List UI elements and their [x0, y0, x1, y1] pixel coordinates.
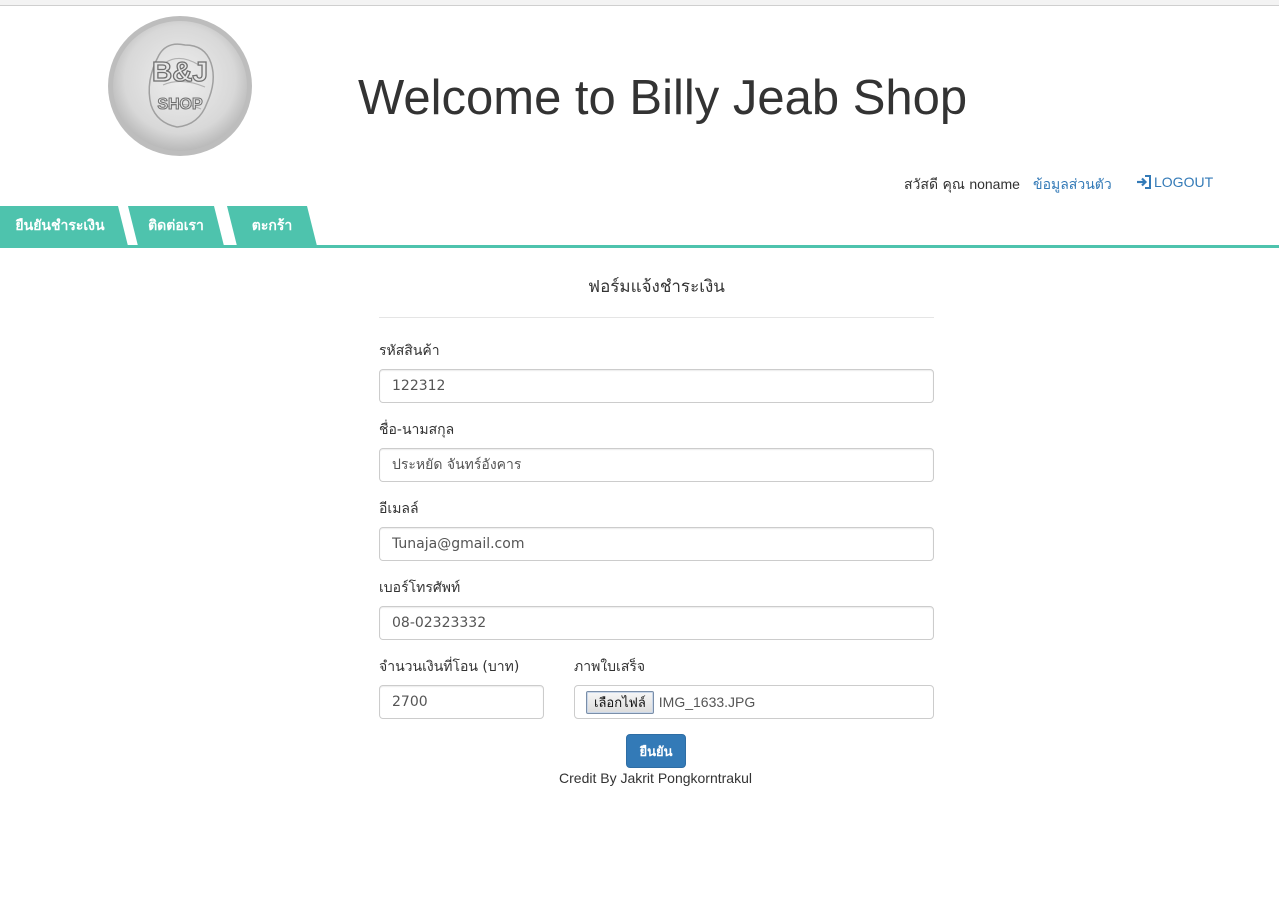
browser-top-edge: [0, 0, 1279, 6]
receipt-label: ภาพใบเสร็จ: [574, 659, 646, 675]
amount-label: จำนวนเงินที่โอน (บาท): [379, 659, 520, 675]
site-title: Welcome to Billy Jeab Shop: [358, 71, 968, 125]
tab-contact[interactable]: ติดต่อเรา: [128, 206, 224, 246]
tab-underline: [0, 245, 1279, 248]
payment-form: ฟอร์มแจ้งชำระเงิน: [379, 268, 934, 318]
footer-credit: Credit By Jakrit Pongkorntrakul: [559, 770, 752, 786]
product-code-label: รหัสสินค้า: [379, 343, 440, 359]
tab-confirm-payment[interactable]: ยืนยันชำระเงิน: [0, 206, 128, 246]
form-title: ฟอร์มแจ้งชำระเงิน: [588, 277, 725, 297]
amount-input[interactable]: [379, 685, 544, 719]
product-code-input[interactable]: [379, 369, 934, 403]
sign-in-icon: [1137, 175, 1151, 189]
logout-link[interactable]: LOGOUT: [1136, 174, 1213, 190]
profile-link[interactable]: ข้อมูลส่วนตัว: [1033, 174, 1112, 196]
logo-text-top: B&J: [152, 56, 208, 87]
greeting: สวัสดี คุณ noname: [904, 174, 1020, 196]
logout-label: LOGOUT: [1154, 174, 1214, 190]
form-divider: [379, 317, 934, 318]
email-input[interactable]: [379, 527, 934, 561]
greeting-text: สวัสดี คุณ: [904, 177, 965, 193]
submit-button[interactable]: ยืนยัน: [626, 734, 686, 768]
email-label: อีเมลล์: [379, 501, 419, 517]
tab-label: ติดต่อเรา: [148, 218, 204, 234]
shop-logo: B&J SHOP: [108, 16, 252, 156]
full-name-label: ชื่อ-นามสกุล: [379, 422, 455, 438]
tab-label: ตะกร้า: [251, 218, 293, 234]
phone-label: เบอร์โทรศัพท์: [379, 580, 461, 596]
receipt-file-input[interactable]: เลือกไฟล์ IMG_1633.JPG: [574, 685, 934, 719]
username: noname: [969, 176, 1020, 192]
selected-file-name: IMG_1633.JPG: [658, 694, 756, 710]
tab-cart[interactable]: ตะกร้า: [227, 206, 317, 246]
full-name-input[interactable]: [379, 448, 934, 482]
choose-file-button[interactable]: เลือกไฟล์: [586, 690, 654, 714]
user-bar: สวัสดี คุณ noname ข้อมูลส่วนตัว LOGOUT: [0, 174, 1279, 194]
phone-input[interactable]: [379, 606, 934, 640]
main-tabs: ยืนยันชำระเงิน ติดต่อเรา ตะกร้า: [0, 206, 1279, 246]
logo-text-bottom: SHOP: [157, 96, 203, 113]
tab-label: ยืนยันชำระเงิน: [15, 218, 105, 234]
